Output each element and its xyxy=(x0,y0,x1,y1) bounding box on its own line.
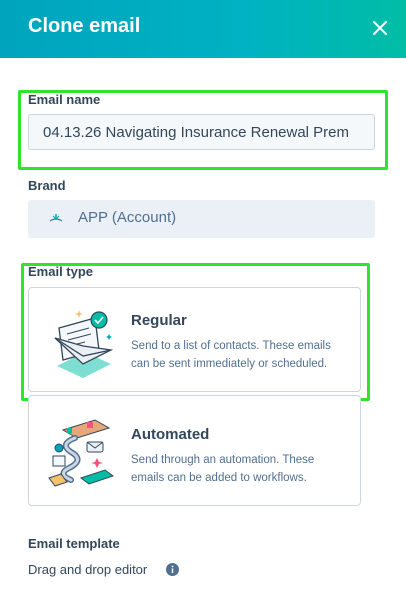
email-type-regular-card[interactable]: Regular Send to a list of contacts. Thes… xyxy=(28,287,361,392)
automated-card-title: Automated xyxy=(131,426,210,443)
email-type-automated-card[interactable]: Automated Send through an automation. Th… xyxy=(28,395,361,506)
email-template-value: Drag and drop editor xyxy=(28,562,148,577)
brand-select[interactable]: APP (Account) xyxy=(28,200,375,238)
close-icon xyxy=(373,21,387,35)
email-name-label: Email name xyxy=(28,92,101,107)
brand-value: APP (Account) xyxy=(78,209,177,226)
dialog-header: Clone email xyxy=(0,0,406,58)
info-icon[interactable] xyxy=(166,563,179,576)
email-type-label: Email type xyxy=(28,264,94,279)
brand-label: Brand xyxy=(28,178,66,193)
automated-card-description: Send through an automation. These emails… xyxy=(131,454,315,484)
email-name-input[interactable] xyxy=(28,114,375,150)
regular-card-description: Send to a list of contacts. These emails… xyxy=(131,340,331,370)
regular-email-illustration xyxy=(54,310,114,378)
email-template-label: Email template xyxy=(28,536,120,551)
close-button[interactable] xyxy=(366,14,394,42)
automated-email-illustration xyxy=(48,419,115,487)
brand-logo-icon xyxy=(49,214,63,222)
dialog-title: Clone email xyxy=(28,15,141,37)
regular-card-title: Regular xyxy=(131,312,187,329)
